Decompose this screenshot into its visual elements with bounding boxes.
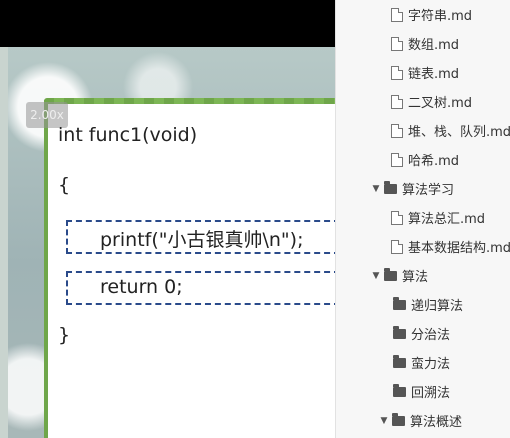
folder-icon (393, 354, 406, 368)
tree-item-basic-data-structures-md[interactable]: 基本数据结构.md (336, 232, 510, 261)
folder-icon (392, 412, 405, 426)
code-line-return: return 0; (100, 276, 183, 298)
file-tree-sidebar[interactable]: 字符串.md 数组.md 链表.md 二叉树.md 堆、栈、队列.md 哈希.m… (335, 0, 510, 438)
folder-icon (384, 180, 397, 194)
tree-item-label: 字符串.md (408, 9, 473, 24)
tree-item-label: 算法学习 (402, 183, 455, 198)
tree-item-label: 算法总汇.md (408, 212, 486, 227)
tree-item-label: 算法概述 (410, 415, 463, 430)
code-line-close-brace: } (58, 324, 71, 346)
tree-folder-algorithm-overview[interactable]: ▼ 算法概述 (336, 406, 510, 435)
tree-folder-recursion[interactable]: 递归算法 (336, 290, 510, 319)
tree-item-label: 链表.md (408, 67, 460, 82)
code-line-signature: int func1(void) (58, 124, 198, 146)
code-line-open-brace: { (58, 174, 71, 196)
chevron-down-icon[interactable]: ▼ (371, 271, 381, 281)
tree-item-label: 基本数据结构.md (408, 241, 510, 256)
tree-item-linked-list-md[interactable]: 链表.md (336, 58, 510, 87)
folder-icon (393, 383, 406, 397)
tree-item-label: 回溯法 (411, 386, 451, 401)
tree-item-label: 蛮力法 (411, 357, 451, 372)
image-viewer[interactable]: 2.00x int func1(void) { printf("小古银真帅\n"… (0, 0, 335, 438)
code-card (44, 98, 335, 438)
tree-item-label: 分治法 (411, 328, 451, 343)
folder-icon (393, 325, 406, 339)
tree-item-label: 算法 (402, 270, 429, 285)
tree-item-label: 二叉树.md (408, 96, 473, 111)
tree-folder-divide-conquer[interactable]: 分治法 (336, 319, 510, 348)
tree-folder-algorithm[interactable]: ▼ 算法 (336, 261, 510, 290)
tree-item-heap-stack-queue-md[interactable]: 堆、栈、队列.md (336, 116, 510, 145)
file-icon (391, 94, 403, 109)
tree-item-binary-tree-md[interactable]: 二叉树.md (336, 87, 510, 116)
viewer-top-bar (0, 0, 335, 47)
tree-item-algorithm-summary-md[interactable]: 算法总汇.md (336, 203, 510, 232)
tree-folder-algorithm-study[interactable]: ▼ 算法学习 (336, 174, 510, 203)
folder-icon (384, 267, 397, 281)
file-icon (391, 65, 403, 80)
tree-item-string-md[interactable]: 字符串.md (336, 0, 510, 29)
file-icon (391, 7, 403, 22)
tree-item-hash-md[interactable]: 哈希.md (336, 145, 510, 174)
file-icon (391, 239, 403, 254)
tree-item-label: 数组.md (408, 38, 460, 53)
code-line-printf: printf("小古银真帅\n"); (100, 229, 304, 251)
tree-folder-backtracking[interactable]: 回溯法 (336, 377, 510, 406)
tree-item-label: 递归算法 (411, 299, 464, 314)
tree-item-array-md[interactable]: 数组.md (336, 29, 510, 58)
chevron-down-icon[interactable]: ▼ (379, 416, 389, 426)
file-icon (391, 36, 403, 51)
folder-icon (393, 296, 406, 310)
chevron-down-icon[interactable]: ▼ (371, 184, 381, 194)
tree-item-label: 堆、栈、队列.md (408, 125, 510, 140)
file-icon (391, 152, 403, 167)
tree-item-label: 哈希.md (408, 154, 460, 169)
file-icon (391, 123, 403, 138)
file-icon (391, 210, 403, 225)
tree-folder-brute-force[interactable]: 蛮力法 (336, 348, 510, 377)
